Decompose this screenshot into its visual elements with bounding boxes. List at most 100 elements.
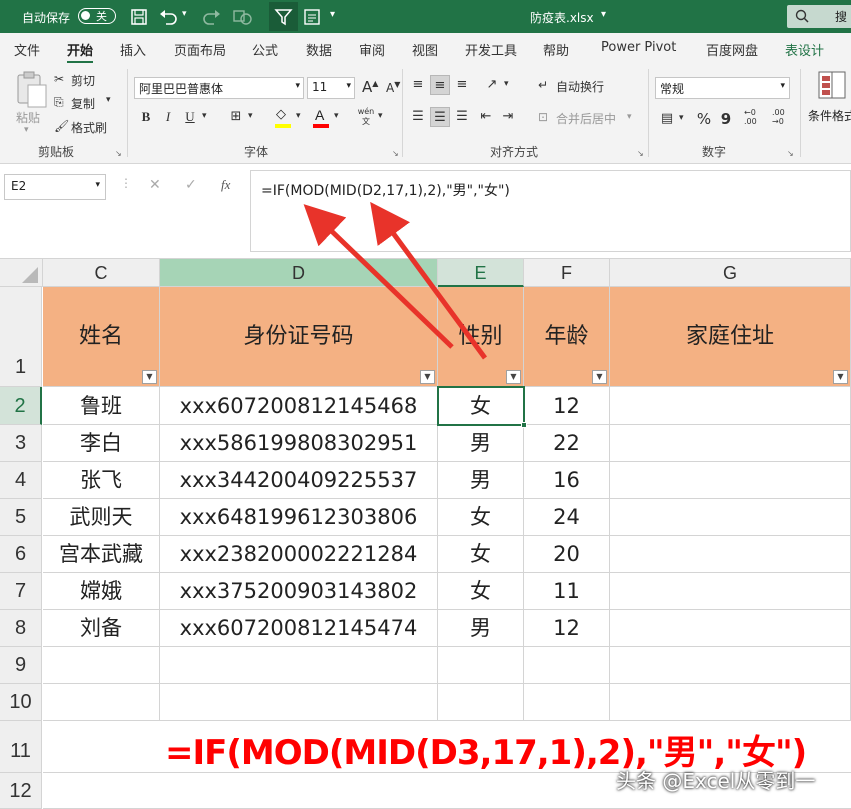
- wrap-text-icon[interactable]: ↵: [538, 78, 548, 92]
- copy-button[interactable]: 复制: [71, 95, 95, 112]
- address-cell[interactable]: [610, 499, 851, 536]
- header-cell-name[interactable]: 姓名 ▼: [43, 287, 160, 387]
- column-header-e[interactable]: E: [438, 259, 524, 287]
- gender-cell[interactable]: 女: [438, 536, 524, 573]
- gender-cell[interactable]: 女: [438, 573, 524, 610]
- age-cell[interactable]: 11: [524, 573, 610, 610]
- id-cell[interactable]: xxx607200812145474: [160, 610, 438, 647]
- address-cell[interactable]: [610, 536, 851, 573]
- name-cell[interactable]: 嫦娥: [43, 573, 160, 610]
- align-bottom-icon[interactable]: ≡: [452, 75, 472, 95]
- filter-dropdown-icon[interactable]: ▼: [142, 370, 157, 384]
- empty-cell[interactable]: [43, 647, 160, 684]
- italic-button[interactable]: I: [158, 107, 178, 127]
- id-cell[interactable]: xxx375200903143802: [160, 573, 438, 610]
- insert-function-button[interactable]: fx: [221, 177, 230, 193]
- merge-center-button[interactable]: 合并后居中: [556, 110, 616, 127]
- tab-power-pivot[interactable]: Power Pivot: [601, 40, 676, 55]
- empty-cell[interactable]: [438, 684, 524, 721]
- font-color-button[interactable]: A: [311, 107, 333, 129]
- tab-insert[interactable]: 插入: [120, 40, 146, 59]
- save-icon[interactable]: [130, 8, 148, 26]
- tab-formulas[interactable]: 公式: [252, 40, 278, 59]
- row-header-5[interactable]: 5: [0, 499, 42, 536]
- tab-help[interactable]: 帮助: [543, 40, 569, 59]
- age-cell[interactable]: 16: [524, 462, 610, 499]
- format-painter-button[interactable]: 格式刷: [71, 119, 107, 136]
- number-format-select[interactable]: 常规 ▾: [655, 77, 790, 99]
- empty-cell[interactable]: [160, 647, 438, 684]
- font-name-select[interactable]: 阿里巴巴普惠体 ▾: [134, 77, 304, 99]
- address-cell[interactable]: [610, 425, 851, 462]
- accounting-dropdown-icon[interactable]: ▾: [679, 113, 684, 123]
- age-cell[interactable]: 20: [524, 536, 610, 573]
- increase-decimal-icon[interactable]: ←0.00: [744, 108, 757, 126]
- merge-center-icon[interactable]: ⊡: [538, 110, 548, 124]
- merge-dropdown-icon[interactable]: ▾: [627, 112, 632, 122]
- more-options-icon[interactable]: ⋮: [120, 176, 132, 190]
- tab-file[interactable]: 文件: [14, 40, 40, 59]
- underline-button[interactable]: U: [180, 107, 200, 127]
- align-center-icon[interactable]: ☰: [430, 107, 450, 127]
- header-cell-id[interactable]: 身份证号码 ▼: [160, 287, 438, 387]
- undo-dropdown-icon[interactable]: ▾: [182, 9, 187, 19]
- number-launcher-icon[interactable]: ↘: [787, 149, 794, 158]
- row-header-11[interactable]: 11: [0, 721, 42, 773]
- fill-color-button[interactable]: ◇: [273, 107, 295, 129]
- align-middle-icon[interactable]: ≡: [430, 75, 450, 95]
- filter-dropdown-icon[interactable]: ▼: [592, 370, 607, 384]
- age-cell[interactable]: 24: [524, 499, 610, 536]
- row-header-1[interactable]: 1: [0, 287, 42, 387]
- form-icon[interactable]: [303, 8, 321, 26]
- tab-page-layout[interactable]: 页面布局: [174, 40, 226, 59]
- increase-font-icon[interactable]: A▲: [362, 78, 378, 96]
- tab-data[interactable]: 数据: [306, 40, 332, 59]
- column-header-c[interactable]: C: [43, 259, 160, 287]
- search-box[interactable]: 搜: [787, 5, 851, 28]
- font-size-select[interactable]: 11 ▾: [307, 77, 355, 99]
- phonetic-dropdown-icon[interactable]: ▾: [378, 111, 383, 121]
- row-header-4[interactable]: 4: [0, 462, 42, 499]
- tab-baidu-netdisk[interactable]: 百度网盘: [706, 40, 758, 59]
- comma-button[interactable]: 9: [716, 109, 736, 129]
- filter-dropdown-icon[interactable]: ▼: [506, 370, 521, 384]
- age-cell[interactable]: 12: [524, 387, 610, 425]
- row-header-9[interactable]: 9: [0, 647, 42, 684]
- tab-table-design[interactable]: 表设计: [785, 40, 824, 59]
- age-cell[interactable]: 12: [524, 610, 610, 647]
- gender-cell[interactable]: 男: [438, 610, 524, 647]
- filter-button[interactable]: [269, 2, 298, 31]
- id-cell[interactable]: xxx238200002221284: [160, 536, 438, 573]
- clipboard-launcher-icon[interactable]: ↘: [115, 149, 122, 158]
- age-cell[interactable]: 22: [524, 425, 610, 462]
- cancel-formula-icon[interactable]: ✕: [149, 177, 161, 193]
- filter-dropdown-icon[interactable]: ▼: [833, 370, 848, 384]
- row-header-3[interactable]: 3: [0, 425, 42, 462]
- filename-dropdown-icon[interactable]: ▾: [601, 9, 606, 20]
- empty-cell[interactable]: [43, 684, 160, 721]
- cut-button[interactable]: 剪切: [71, 72, 95, 89]
- customize-toolbar-icon[interactable]: ▾: [330, 9, 335, 20]
- row-header-2[interactable]: 2: [0, 387, 42, 425]
- redo-icon[interactable]: [200, 8, 222, 26]
- border-icon[interactable]: ⊞: [226, 107, 246, 127]
- id-cell[interactable]: xxx648199612303806: [160, 499, 438, 536]
- column-header-f[interactable]: F: [524, 259, 610, 287]
- name-cell[interactable]: 李白: [43, 425, 160, 462]
- orientation-dropdown-icon[interactable]: ▾: [504, 79, 509, 89]
- empty-cell[interactable]: [610, 684, 851, 721]
- tab-home[interactable]: 开始: [67, 40, 94, 64]
- id-cell[interactable]: xxx344200409225537: [160, 462, 438, 499]
- shapes-icon[interactable]: [232, 8, 254, 26]
- address-cell[interactable]: [610, 573, 851, 610]
- align-right-icon[interactable]: ☰: [452, 107, 472, 127]
- row-header-8[interactable]: 8: [0, 610, 42, 647]
- copy-dropdown-icon[interactable]: ▾: [106, 95, 111, 105]
- alignment-launcher-icon[interactable]: ↘: [637, 149, 644, 158]
- row-header-10[interactable]: 10: [0, 684, 42, 721]
- header-cell-age[interactable]: 年龄 ▼: [524, 287, 610, 387]
- conditional-format-button[interactable]: 条件格式: [806, 67, 851, 137]
- gender-cell[interactable]: 女: [438, 387, 524, 425]
- autosave-toggle[interactable]: 关: [78, 8, 116, 24]
- tab-view[interactable]: 视图: [412, 40, 438, 59]
